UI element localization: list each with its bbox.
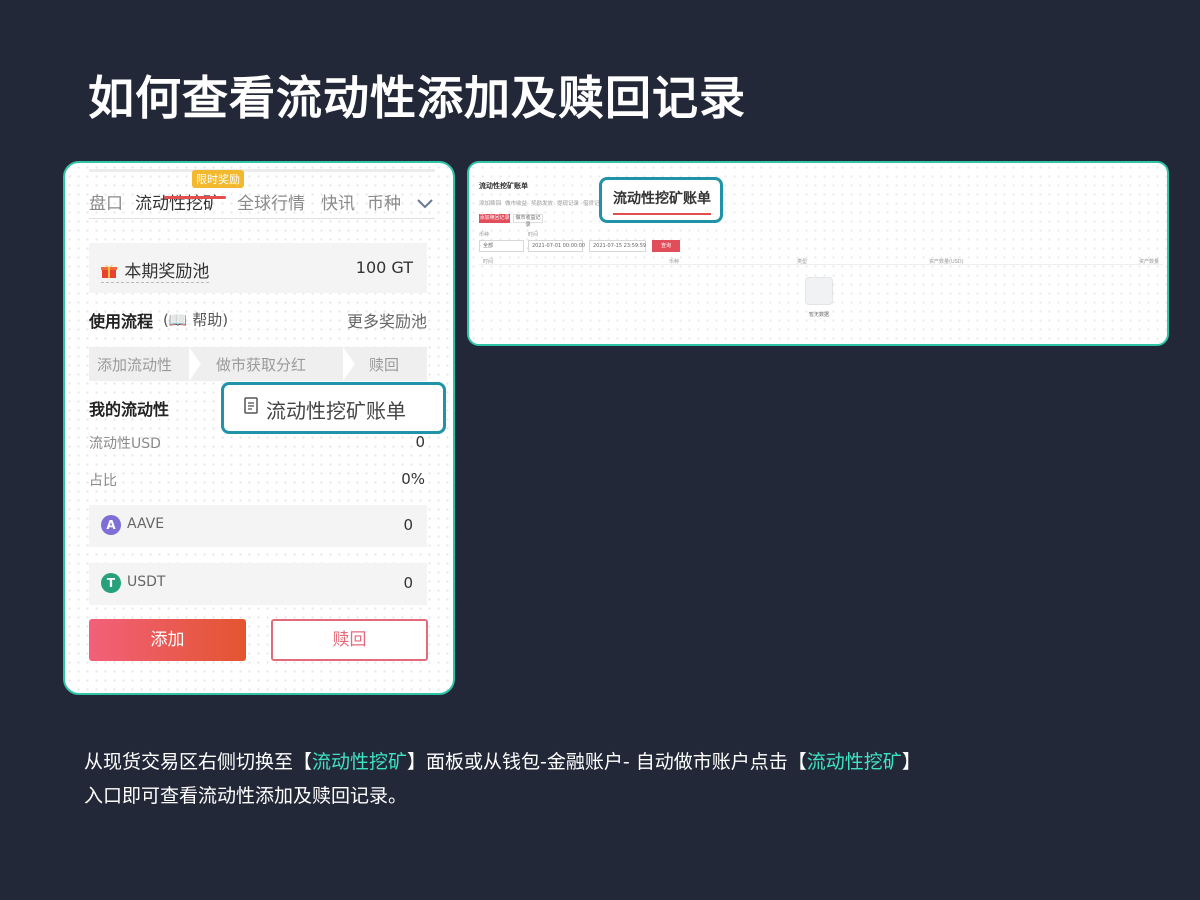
bill-page-title: 流动性挖矿账单 [479,182,528,190]
reward-pool-card: 本期奖励池 100 GT [89,243,427,293]
active-tab-indicator [613,213,711,215]
more-pools-link[interactable]: 更多奖励池 [347,308,427,332]
currency-select-value: 全部 [483,243,494,249]
asset-row-usdt: T USDT 0 [89,563,427,605]
ratio-label: 占比 [89,473,117,489]
tab-bar: 盘口 流动性挖矿 全球行情 快讯 币种 [89,189,435,219]
chevron-down-icon[interactable] [417,194,433,213]
liquidity-bill-link[interactable]: 流动性挖矿账单 [221,382,446,434]
tab-news[interactable]: 快讯 [321,189,355,214]
top-divider [89,169,435,172]
liquidity-usd-label: 流动性USD [89,436,161,452]
ratio-value: 0% [401,470,425,488]
table-header: 时间 币种 类型 资产数量(USD) 资产数量 [479,257,1163,265]
date-from-input[interactable]: 2021-07-01 00:00:00 [528,240,586,252]
asset-name: AAVE [127,516,165,532]
reward-pool-text: 本期奖励池 [124,262,210,282]
usage-flow-row: 使用流程 (📖 帮助) 更多奖励池 [89,308,427,332]
liquidity-mining-panel: 盘口 流动性挖矿 全球行情 快讯 币种 限时奖励 本期奖励池 100 GT 使用… [63,161,455,695]
tab-global-market[interactable]: 全球行情 [237,189,305,214]
column-header: 时间 [483,259,494,265]
asset-name: USDT [127,574,166,590]
steps-bar: 添加流动性 做市获取分红 赎回 [89,347,427,381]
my-liquidity-heading: 我的流动性 [89,400,170,419]
column-header: 资产数量(USD) [929,259,964,265]
usdt-icon: T [101,573,121,593]
reward-pool-value: 100 GT [355,258,413,277]
aave-icon: A [101,515,121,535]
bill-tab[interactable]: 做市收益 [505,199,527,207]
tab-currency[interactable]: 币种 [367,189,401,214]
empty-state-text: 暂无数据 [809,312,830,318]
document-icon [244,397,258,419]
caption-highlight: 流动性挖矿 [806,751,902,773]
active-tab-indicator [164,196,226,199]
limited-reward-badge: 限时奖励 [192,170,244,188]
caption-text: 】 [901,751,921,773]
date-to-input[interactable]: 2021-07-15 23:59:59 [589,240,646,252]
date-to-value: 2021-07-15 23:59:59 [593,243,647,249]
redeem-button[interactable]: 赎回 [271,619,428,661]
caption-line-1: 从现货交易区右侧切换至【流动性挖矿】面板或从钱包-金融账户- 自动做市账户点击【… [84,745,1144,779]
currency-select[interactable]: 全部 [479,240,524,252]
instruction-caption: 从现货交易区右侧切换至【流动性挖矿】面板或从钱包-金融账户- 自动做市账户点击【… [84,745,1144,813]
liquidity-usd-value: 0 [415,433,425,451]
column-header: 币种 [669,259,680,265]
currency-label: 币种 [479,232,490,238]
caption-highlight: 流动性挖矿 [312,751,408,773]
market-making-records-button[interactable]: 做市收益记录 [513,214,543,228]
tab-orderbook[interactable]: 盘口 [89,189,123,214]
add-redeem-records-button[interactable]: 添加赎回记录 [479,214,510,223]
bill-tab[interactable]: 奖励发放 [531,199,553,207]
tab-liquidity-mining[interactable]: 流动性挖矿 [135,189,220,214]
query-button[interactable]: 查询 [652,240,680,252]
step-separator [189,347,201,381]
date-from-value: 2021-07-01 00:00:00 [532,243,586,249]
column-header: 类型 [797,259,808,265]
step-redeem: 赎回 [369,356,400,374]
gift-icon [101,262,122,282]
step-market-making: 做市获取分红 [216,356,307,374]
step-separator [343,347,355,381]
caption-text: 】面板或从钱包-金融账户- 自动做市账户点击【 [407,751,807,773]
bill-page-screenshot: 流动性挖矿账单 添加赎回 做市收益 奖励发放 提现记录 借贷记录 添加赎回记录 … [467,161,1169,346]
caption-text: 从现货交易区右侧切换至【 [84,751,313,773]
bill-title-highlight-text: 流动性挖矿账单 [613,191,711,207]
column-header: 资产数量 [1139,259,1160,265]
help-link[interactable]: (📖 帮助) [163,309,228,330]
asset-value: 0 [403,516,413,534]
add-button[interactable]: 添加 [89,619,246,661]
bill-tab[interactable]: 提现记录 [557,199,579,207]
liquidity-bill-text: 流动性挖矿账单 [266,399,406,423]
asset-row-aave: A AAVE 0 [89,505,427,547]
bill-tab[interactable]: 添加赎回 [479,199,501,207]
page-title: 如何查看流动性添加及赎回记录 [88,71,746,125]
reward-pool-label[interactable]: 本期奖励池 [101,257,210,283]
usage-flow-title: 使用流程 [89,312,154,331]
step-add-liquidity: 添加流动性 [97,356,173,374]
asset-value: 0 [403,574,413,592]
empty-box-icon [805,277,833,305]
caption-line-2: 入口即可查看流动性添加及赎回记录。 [84,785,408,807]
bill-title-highlight: 流动性挖矿账单 [599,177,723,223]
time-label: 时间 [528,232,539,238]
